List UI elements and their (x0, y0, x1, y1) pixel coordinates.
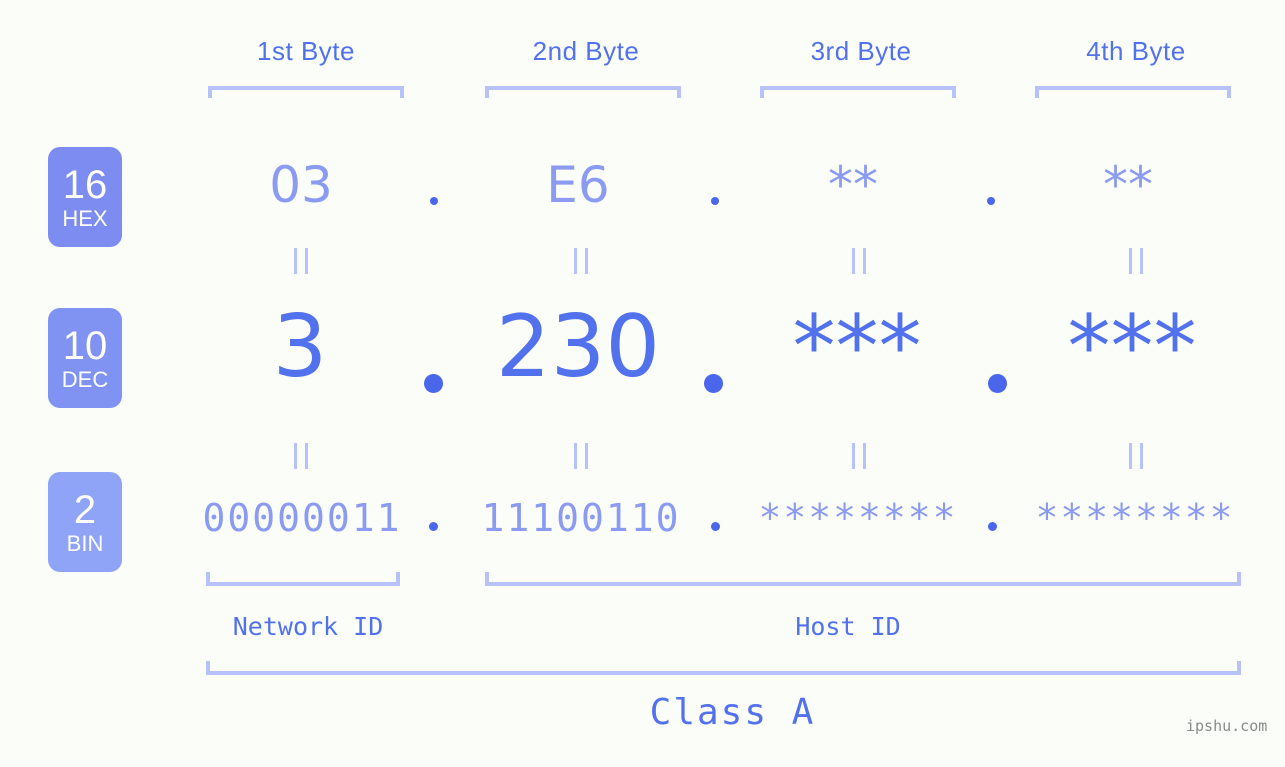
site-watermark: ipshu.com (1186, 717, 1268, 735)
bin-byte-4: ******** (1035, 496, 1235, 540)
dec-byte-4: *** (1067, 297, 1197, 397)
equals-mark-dec-bin-1 (294, 443, 308, 469)
byte-header-1: 1st Byte (257, 36, 355, 66)
equals-mark-hex-dec-2 (574, 248, 588, 274)
hex-separator-dot-3 (987, 197, 995, 205)
byte-header-2: 2nd Byte (532, 36, 640, 66)
base-badge-dec-number: 10 (62, 323, 108, 368)
byte-bracket-1 (208, 86, 404, 98)
byte-bracket-4 (1035, 86, 1231, 98)
bin-separator-dot-2 (711, 522, 720, 531)
ip-byte-breakdown-diagram: 1st Byte 2nd Byte 3rd Byte 4th Byte 16 H… (0, 0, 1285, 767)
dec-separator-dot-1 (424, 374, 443, 393)
equals-mark-dec-bin-2 (574, 443, 588, 469)
host-id-label: Host ID (795, 612, 901, 641)
byte-header-4: 4th Byte (1086, 36, 1186, 66)
network-id-bracket (206, 572, 400, 586)
equals-mark-hex-dec-3 (852, 248, 866, 274)
hex-byte-3: ** (828, 156, 878, 214)
bin-separator-dot-1 (429, 522, 438, 531)
hex-byte-2: E6 (546, 156, 610, 214)
host-id-bracket (485, 572, 1241, 586)
base-badge-hex-label: HEX (62, 205, 108, 231)
base-badge-bin: 2 BIN (48, 472, 122, 572)
network-id-label: Network ID (232, 612, 384, 641)
bin-separator-dot-3 (988, 522, 997, 531)
base-badge-hex: 16 HEX (48, 147, 122, 247)
hex-byte-1: 03 (269, 156, 333, 214)
hex-byte-4: ** (1103, 156, 1153, 214)
dec-separator-dot-3 (988, 374, 1007, 393)
hex-separator-dot-2 (711, 197, 719, 205)
dec-byte-3: *** (792, 297, 922, 397)
dec-byte-2: 230 (495, 297, 661, 397)
equals-mark-dec-bin-3 (852, 443, 866, 469)
byte-bracket-3 (760, 86, 956, 98)
base-badge-bin-label: BIN (66, 530, 104, 556)
bin-byte-3: ******** (758, 496, 958, 540)
class-bracket (206, 661, 1241, 675)
base-badge-dec: 10 DEC (48, 308, 122, 408)
byte-bracket-2 (485, 86, 681, 98)
byte-header-3: 3rd Byte (810, 36, 912, 66)
hex-separator-dot-1 (430, 197, 438, 205)
bin-byte-1: 00000011 (202, 496, 402, 540)
equals-mark-hex-dec-1 (294, 248, 308, 274)
class-label: Class A (649, 692, 816, 733)
base-badge-bin-number: 2 (73, 487, 97, 532)
dec-byte-1: 3 (272, 297, 328, 397)
bin-byte-2: 11100110 (481, 496, 681, 540)
equals-mark-dec-bin-4 (1129, 443, 1143, 469)
base-badge-dec-label: DEC (61, 366, 109, 392)
dec-separator-dot-2 (704, 374, 723, 393)
base-badge-hex-number: 16 (62, 162, 108, 207)
equals-mark-hex-dec-4 (1129, 248, 1143, 274)
